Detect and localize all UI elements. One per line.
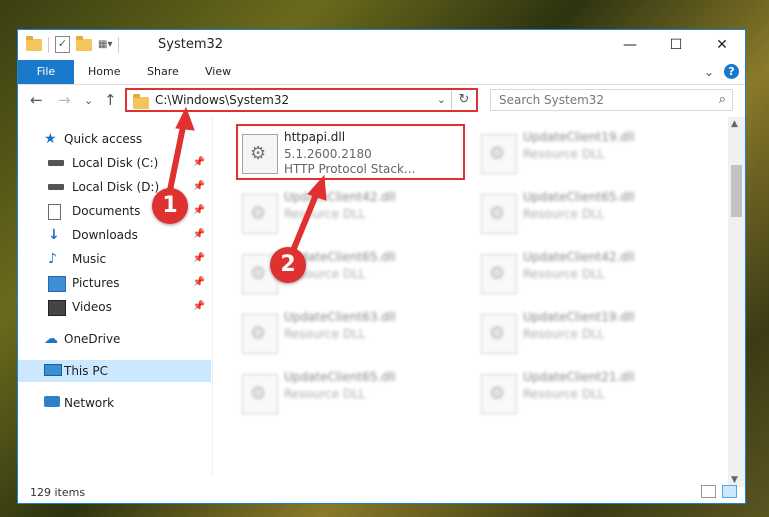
annotation-badge-2: 2 [270,247,306,283]
arrow-2-head [307,174,327,201]
annotation-arrows [165,106,327,260]
arrow-1-head [175,106,195,131]
annotation-badge-1: 1 [152,188,188,224]
